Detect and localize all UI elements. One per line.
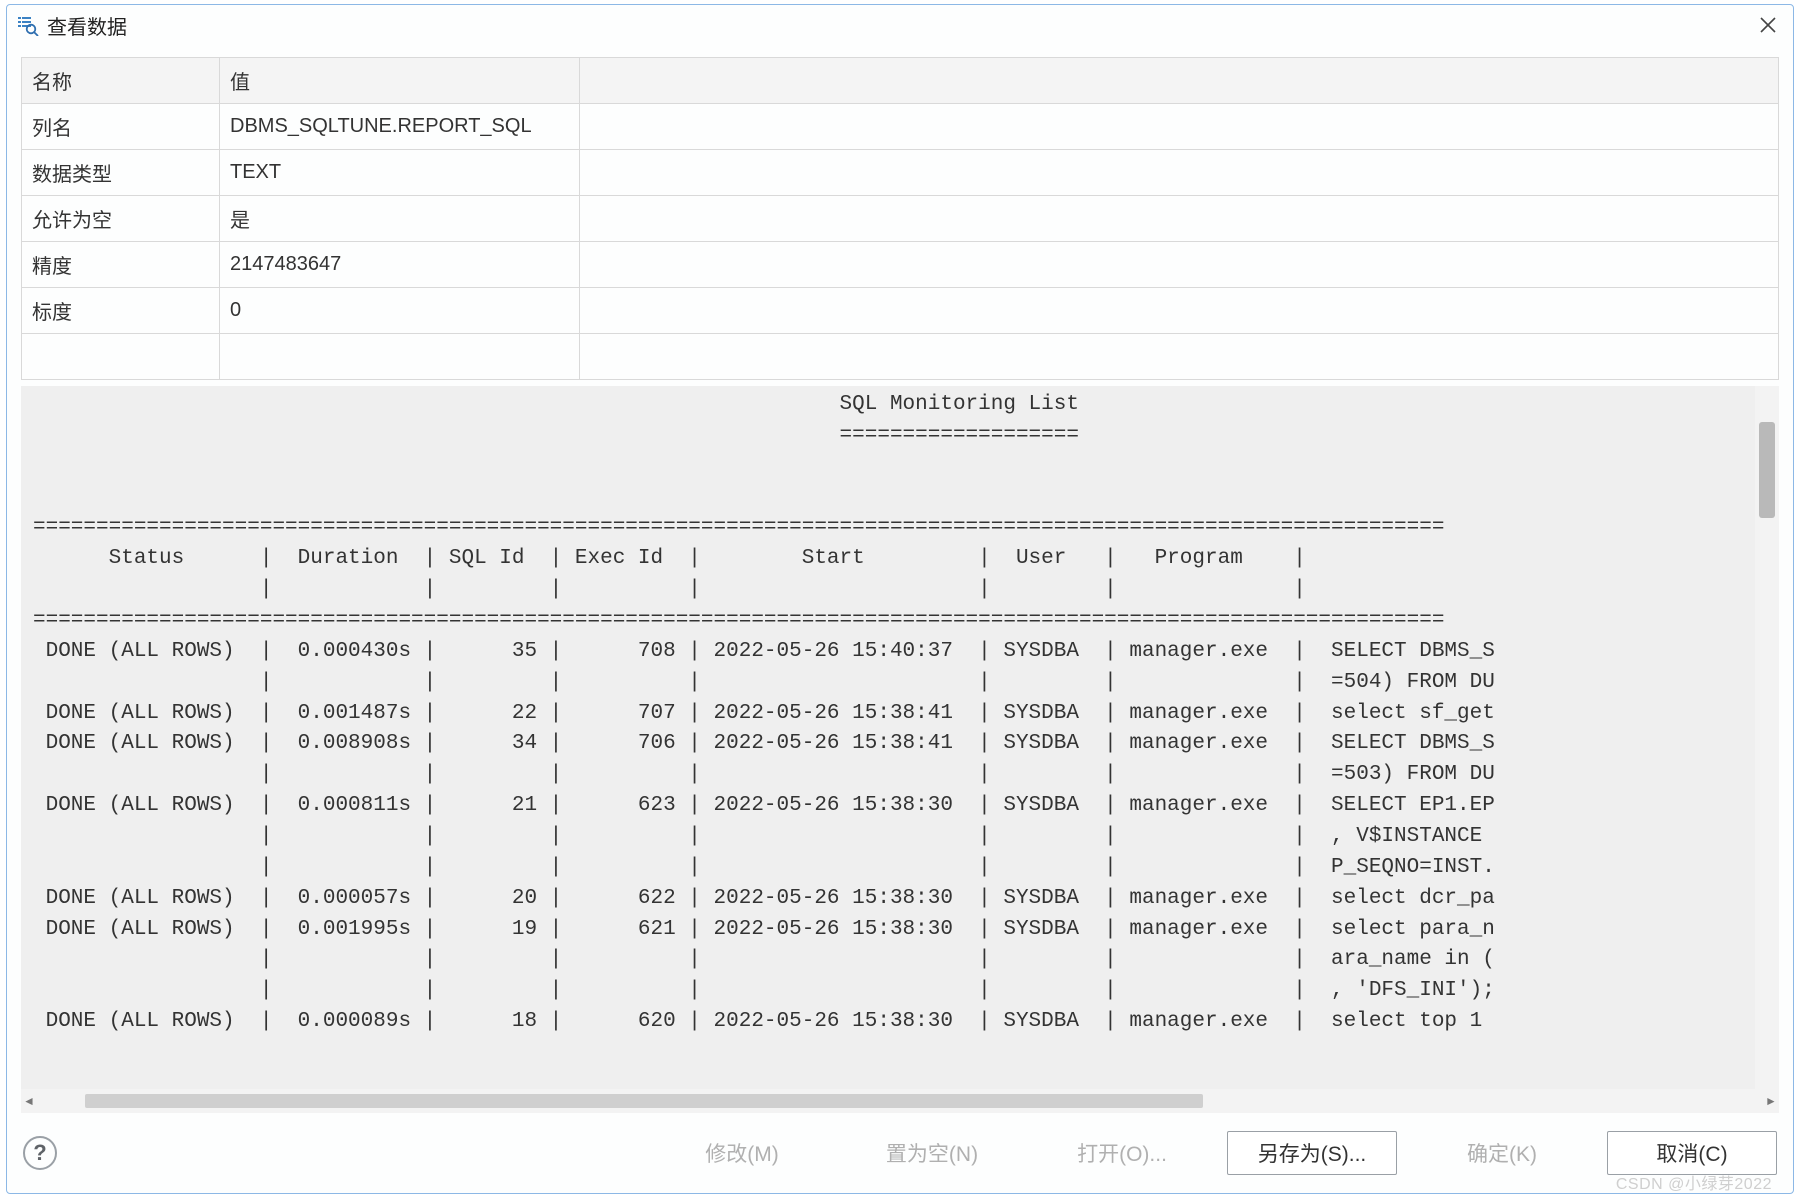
horizontal-scroll-thumb[interactable] [85,1094,1203,1108]
prop-row[interactable]: 数据类型TEXT [22,150,1779,196]
prop-row[interactable]: 允许为空是 [22,196,1779,242]
view-data-dialog: 查看数据 名称 值 列名DBMS_SQLTUNE.REPORT_SQL数据类型T… [6,4,1794,1194]
scroll-right-icon[interactable]: ► [1763,1094,1779,1108]
prop-name: 标度 [22,288,220,334]
prop-header-blank [580,58,1779,104]
prop-value: TEXT [220,150,580,196]
ok-button[interactable]: 确定(K) [1417,1131,1587,1175]
dialog-footer: ? 修改(M) 置为空(N) 打开(O)... 另存为(S)... 确定(K) … [7,1113,1793,1193]
prop-blank [580,150,1779,196]
help-button[interactable]: ? [23,1136,57,1170]
scroll-left-icon[interactable]: ◄ [21,1094,37,1108]
prop-blank [580,104,1779,150]
set-null-button[interactable]: 置为空(N) [847,1131,1017,1175]
vertical-scroll-thumb[interactable] [1759,422,1775,518]
close-button[interactable] [1753,10,1783,40]
open-button[interactable]: 打开(O)... [1037,1131,1207,1175]
prop-row[interactable]: 列名DBMS_SQLTUNE.REPORT_SQL [22,104,1779,150]
prop-name: 数据类型 [22,150,220,196]
prop-blank [580,242,1779,288]
sql-monitor-text[interactable]: SQL Monitoring List =================== … [21,386,1779,1048]
prop-row[interactable]: 标度0 [22,288,1779,334]
prop-value: DBMS_SQLTUNE.REPORT_SQL [220,104,580,150]
prop-blank [580,288,1779,334]
prop-value: 2147483647 [220,242,580,288]
properties-table: 名称 值 列名DBMS_SQLTUNE.REPORT_SQL数据类型TEXT允许… [21,57,1779,380]
prop-name: 精度 [22,242,220,288]
prop-blank [580,196,1779,242]
prop-header-name: 名称 [22,58,220,104]
prop-name: 允许为空 [22,196,220,242]
title-bar: 查看数据 [7,5,1793,45]
cancel-button[interactable]: 取消(C) [1607,1131,1777,1175]
prop-header-value: 值 [220,58,580,104]
content-area: SQL Monitoring List =================== … [21,386,1779,1113]
view-data-icon [17,14,39,36]
watermark: CSDN @小绿芽2022 [1616,1170,1772,1194]
prop-row-empty [22,334,1779,380]
modify-button[interactable]: 修改(M) [657,1131,827,1175]
prop-value: 0 [220,288,580,334]
prop-value: 是 [220,196,580,242]
dialog-title: 查看数据 [47,11,1753,40]
prop-name: 列名 [22,104,220,150]
vertical-scrollbar[interactable] [1755,386,1779,1089]
save-as-button[interactable]: 另存为(S)... [1227,1131,1397,1175]
horizontal-scrollbar[interactable]: ◄ ► [21,1089,1779,1113]
close-icon [1759,16,1777,34]
prop-row[interactable]: 精度2147483647 [22,242,1779,288]
